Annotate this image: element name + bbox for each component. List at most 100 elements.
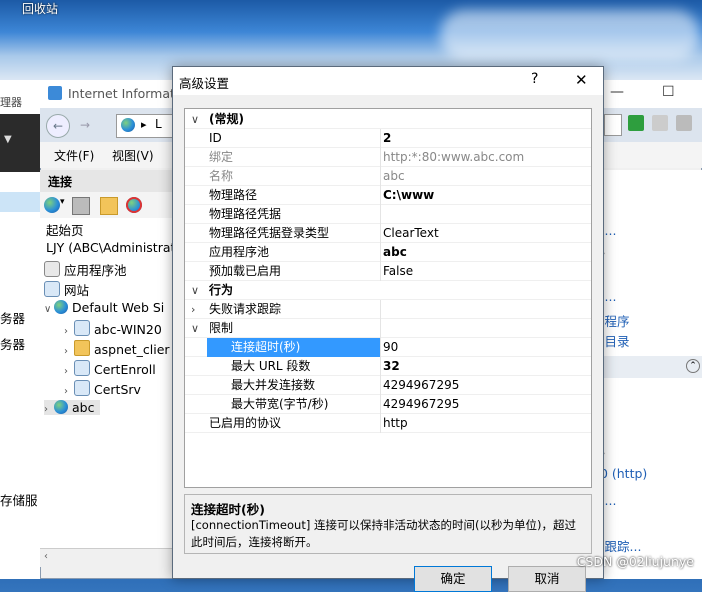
property-name: 最大并发连接数	[231, 378, 316, 392]
property-row[interactable]: ∨ 限制	[185, 319, 591, 338]
left-nav-item[interactable]: 存储服	[0, 490, 38, 509]
tree-horizontal-scrollbar[interactable]: ‹	[40, 548, 185, 567]
connect-dropdown-icon[interactable]: ▾	[60, 197, 65, 207]
connect-globe-icon[interactable]	[44, 197, 60, 213]
tree-item-start-page[interactable]: 起始页	[46, 220, 84, 239]
tree-item-label: abc-WIN20	[94, 322, 162, 337]
connections-header-label: 连接	[48, 175, 73, 189]
column-separator	[380, 395, 381, 414]
menu-view[interactable]: 视图(V)	[112, 147, 154, 164]
address-field[interactable]: ▸ L	[116, 114, 174, 138]
chevron-right-icon[interactable]: ›	[44, 404, 54, 415]
tree-item-label: abc	[72, 400, 95, 415]
property-row[interactable]: 名称 abc	[185, 167, 591, 186]
property-category-row[interactable]: ∨ (常规)	[185, 110, 591, 129]
ok-button[interactable]: 确定	[414, 566, 492, 592]
property-category-row[interactable]: ∨ 行为	[185, 281, 591, 300]
property-value[interactable]: 32	[383, 357, 400, 376]
action-group-header[interactable]: ⌃	[592, 356, 702, 378]
tree-item-app-pools[interactable]: 应用程序池	[44, 260, 127, 279]
maximize-icon[interactable]: ☐	[662, 84, 675, 100]
tree-item-app[interactable]: › abc-WIN20	[64, 320, 162, 337]
address-text: L	[155, 117, 162, 131]
column-separator	[380, 300, 381, 319]
tree-item-label: CertSrv	[94, 382, 141, 397]
property-value[interactable]: ClearText	[383, 224, 439, 243]
tree-item-label: 网站	[64, 283, 90, 298]
chevron-down-icon[interactable]: ∨	[44, 304, 54, 315]
property-value[interactable]: False	[383, 262, 413, 281]
property-row[interactable]: 物理路径凭据	[185, 205, 591, 224]
back-arrow-icon[interactable]: ←	[46, 114, 70, 138]
close-icon[interactable]: ✕	[575, 71, 588, 89]
left-window-nav-selected[interactable]	[0, 192, 40, 212]
column-separator	[380, 338, 381, 357]
minimize-icon[interactable]: —	[610, 84, 624, 100]
address-search-box[interactable]	[604, 114, 622, 136]
left-nav-item[interactable]: 务器	[0, 334, 25, 353]
disconnect-icon[interactable]	[126, 197, 142, 213]
property-row[interactable]: › 失败请求跟踪	[185, 300, 591, 319]
property-value[interactable]: abc	[383, 243, 407, 262]
tree-item-sites[interactable]: 网站	[44, 280, 89, 299]
property-row[interactable]: 物理路径 C:\www	[185, 186, 591, 205]
chevron-right-icon[interactable]: ›	[191, 300, 203, 319]
home-icon[interactable]	[676, 115, 692, 131]
tree-item-abc-site[interactable]: › abc	[44, 400, 101, 415]
save-icon[interactable]	[72, 197, 90, 215]
cancel-button[interactable]: 取消	[508, 566, 586, 592]
tree-item-folder[interactable]: › CertEnroll	[64, 360, 156, 377]
left-window-title-text: 理器	[0, 96, 22, 109]
help-icon[interactable]: ?	[531, 71, 538, 87]
property-row[interactable]: 预加载已启用 False	[185, 262, 591, 281]
column-separator	[380, 148, 381, 167]
property-value[interactable]: 4294967295	[383, 395, 459, 414]
property-name: 物理路径	[209, 188, 258, 202]
tree-item-app[interactable]: › CertSrv	[64, 380, 141, 397]
chevron-right-icon[interactable]: ›	[64, 366, 74, 377]
property-value[interactable]: http	[383, 414, 408, 433]
property-row[interactable]: 物理路径凭据登录类型 ClearText	[185, 224, 591, 243]
chevron-right-icon[interactable]: ›	[64, 326, 74, 337]
property-value[interactable]: C:\www	[383, 186, 434, 205]
chevron-right-icon[interactable]: ›	[64, 386, 74, 397]
up-folder-icon[interactable]	[100, 197, 118, 215]
property-row[interactable]: 绑定 http:*:80:www.abc.com	[185, 148, 591, 167]
column-separator	[380, 319, 381, 338]
property-name: 名称	[209, 169, 234, 183]
tree-item-folder[interactable]: › aspnet_clier	[64, 340, 170, 357]
scroll-left-icon[interactable]: ‹	[44, 551, 48, 562]
left-nav-item[interactable]: 务器	[0, 308, 25, 327]
left-window-caret-icon: ▼	[4, 134, 12, 145]
address-chevron-icon: ▸	[141, 118, 147, 131]
property-row[interactable]: 最大 URL 段数 32	[185, 357, 591, 376]
stop-icon[interactable]	[652, 115, 668, 131]
refresh-icon[interactable]	[628, 115, 644, 131]
chevron-down-icon[interactable]: ∨	[191, 319, 203, 338]
collapse-icon[interactable]: ⌃	[686, 359, 700, 373]
forward-arrow-icon[interactable]: →	[74, 114, 96, 136]
column-separator	[380, 262, 381, 281]
chevron-down-icon[interactable]: ∨	[191, 281, 203, 300]
column-separator	[380, 357, 381, 376]
menu-file[interactable]: 文件(F)	[54, 147, 94, 164]
column-separator	[380, 129, 381, 148]
property-row[interactable]: 已启用的协议 http	[185, 414, 591, 433]
property-name: 应用程序池	[209, 245, 270, 259]
chevron-down-icon[interactable]: ∨	[191, 110, 203, 129]
property-value[interactable]: 2	[383, 129, 391, 148]
property-value[interactable]: http:*:80:www.abc.com	[383, 148, 524, 167]
property-value[interactable]: 4294967295	[383, 376, 459, 395]
property-row[interactable]: 最大并发连接数 4294967295	[185, 376, 591, 395]
property-row[interactable]: ID 2	[185, 129, 591, 148]
property-name: 最大带宽(字节/秒)	[231, 397, 329, 411]
tree-item-default-web-site[interactable]: ∨ Default Web Si	[44, 300, 164, 315]
property-row[interactable]: 连接超时(秒) 90	[185, 338, 591, 357]
chevron-right-icon[interactable]: ›	[64, 346, 74, 357]
property-row[interactable]: 最大带宽(字节/秒) 4294967295	[185, 395, 591, 414]
property-value[interactable]: abc	[383, 167, 405, 186]
property-row[interactable]: 应用程序池 abc	[185, 243, 591, 262]
property-grid: ∨ (常规) ID 2 绑定 http:*:80:www.abc.com 名称 abc 物理路径…	[184, 108, 592, 488]
tree-item-server[interactable]: LJY (ABC\Administrato	[46, 240, 183, 255]
property-value[interactable]: 90	[383, 338, 398, 357]
